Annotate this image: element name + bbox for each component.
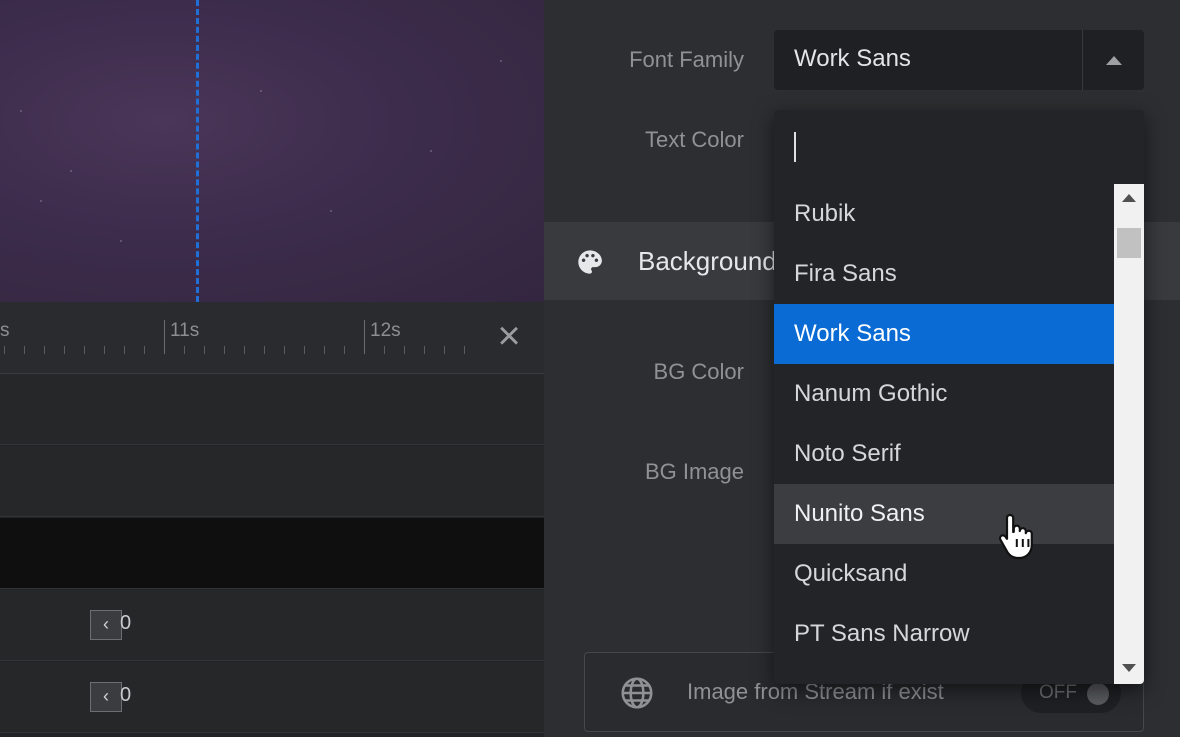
bg-color-label: BG Color: [653, 359, 744, 384]
font-family-label: Font Family: [629, 47, 744, 72]
texture-speck: [330, 210, 332, 212]
ruler-minor-tick: [264, 346, 265, 354]
keyframe-value: 0: [120, 684, 132, 706]
scrollbar-thumb[interactable]: [1117, 228, 1141, 258]
font-family-dropdown: Rubik Fira Sans Work Sans Nanum Gothic N…: [774, 110, 1144, 684]
ruler-minor-tick: [324, 346, 325, 354]
font-options-list: Rubik Fira Sans Work Sans Nanum Gothic N…: [774, 184, 1114, 684]
texture-speck: [120, 240, 122, 242]
ruler-label-12s: 12s: [370, 320, 401, 341]
ruler-minor-tick: [284, 346, 285, 354]
ruler-minor-tick: [4, 346, 5, 354]
timeline: s 11s 12s × ‹ 0 ‹ 0: [0, 302, 544, 737]
timeline-track[interactable]: ‹ 0: [0, 590, 544, 661]
dropdown-scrollbar[interactable]: [1114, 184, 1144, 684]
texture-speck: [20, 110, 22, 112]
bg-image-label: BG Image: [644, 459, 744, 484]
font-option-rubik[interactable]: Rubik: [774, 184, 1114, 244]
font-search-input[interactable]: [774, 110, 1144, 184]
scroll-down-icon[interactable]: [1122, 664, 1136, 672]
ruler-minor-tick: [304, 346, 305, 354]
texture-speck: [70, 170, 72, 172]
ruler-minor-tick: [444, 346, 445, 354]
font-option-noto-serif[interactable]: Noto Serif: [774, 424, 1114, 484]
ruler-minor-tick: [104, 346, 105, 354]
ruler-major-tick: [164, 320, 165, 354]
ruler-minor-tick: [464, 346, 465, 354]
canvas-preview[interactable]: [0, 0, 544, 302]
timeline-track[interactable]: [0, 374, 544, 445]
chevron-left-icon[interactable]: ‹: [90, 610, 122, 640]
font-option-nunito-sans[interactable]: Nunito Sans: [774, 484, 1114, 544]
font-option-work-sans[interactable]: Work Sans: [774, 304, 1114, 364]
toggle-state: OFF: [1039, 682, 1077, 703]
ruler-minor-tick: [44, 346, 45, 354]
ruler-minor-tick: [184, 346, 185, 354]
ruler-minor-tick: [244, 346, 245, 354]
timeline-track[interactable]: ‹ 0: [0, 662, 544, 733]
chevron-left-icon[interactable]: ‹: [90, 682, 122, 712]
toggle-knob: [1087, 683, 1109, 705]
ruler-major-tick: [364, 320, 365, 354]
texture-speck: [500, 60, 502, 62]
font-option-quicksand[interactable]: Quicksand: [774, 544, 1114, 604]
caret-up-icon[interactable]: [1106, 56, 1122, 65]
ruler-minor-tick: [124, 346, 125, 354]
close-icon[interactable]: ×: [490, 316, 528, 356]
select-divider: [1082, 30, 1083, 90]
texture-speck: [430, 150, 432, 152]
ruler-minor-tick: [424, 346, 425, 354]
ruler-minor-tick: [404, 346, 405, 354]
texture-speck: [260, 90, 262, 92]
ruler-minor-tick: [24, 346, 25, 354]
scroll-up-icon[interactable]: [1122, 194, 1136, 202]
font-option-fira-sans[interactable]: Fira Sans: [774, 244, 1114, 304]
ruler-minor-tick: [384, 346, 385, 354]
timeline-ruler[interactable]: s 11s 12s ×: [0, 302, 544, 374]
globe-icon: [621, 677, 653, 709]
ruler-minor-tick: [224, 346, 225, 354]
timeline-track-selected[interactable]: [0, 518, 544, 589]
text-cursor: [794, 132, 796, 162]
font-option-pt-sans-narrow[interactable]: PT Sans Narrow: [774, 604, 1114, 664]
ruler-minor-tick: [344, 346, 345, 354]
palette-icon: [578, 250, 602, 274]
text-color-label: Text Color: [644, 127, 744, 152]
ruler-minor-tick: [64, 346, 65, 354]
font-option-nanum-gothic[interactable]: Nanum Gothic: [774, 364, 1114, 424]
background-section-title: Background: [638, 246, 777, 276]
keyframe-value: 0: [120, 612, 132, 634]
ruler-label: s: [0, 320, 10, 341]
font-family-value: Work Sans: [794, 45, 911, 72]
editor-root: s 11s 12s × ‹ 0 ‹ 0 Font Family Work San…: [0, 0, 1180, 737]
ruler-label-11s: 11s: [170, 320, 200, 341]
playhead-line[interactable]: [196, 0, 199, 302]
texture-speck: [40, 200, 42, 202]
font-family-select[interactable]: Work Sans: [774, 30, 1144, 90]
ruler-minor-tick: [84, 346, 85, 354]
timeline-track[interactable]: [0, 446, 544, 517]
ruler-minor-tick: [144, 346, 145, 354]
hand-pointer-icon: [998, 513, 1033, 560]
ruler-minor-tick: [204, 346, 205, 354]
